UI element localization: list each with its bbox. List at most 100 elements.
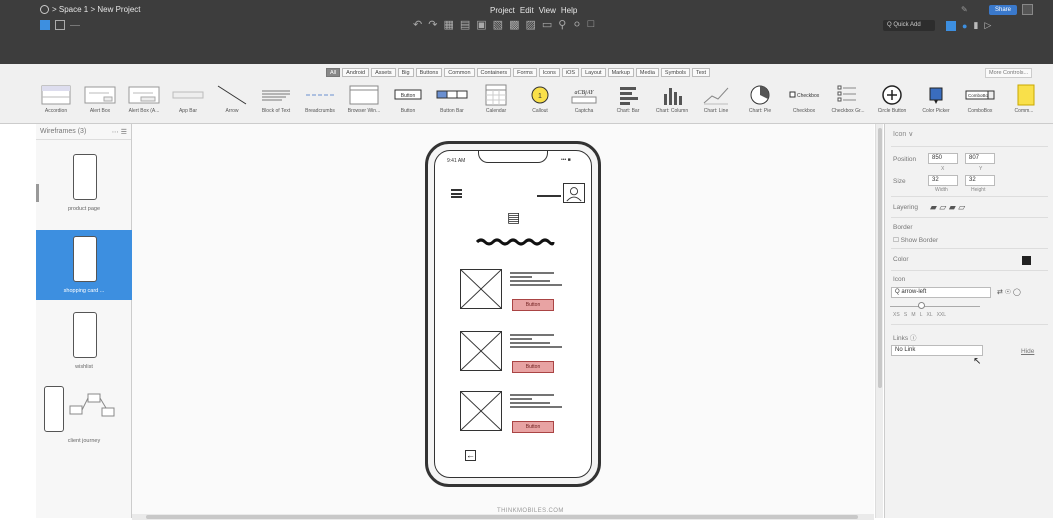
library-item-button[interactable]: Button Button [388, 81, 428, 121]
library-item-chart-column[interactable]: Chart: Column [652, 81, 692, 121]
search-icon[interactable]: ⚲ [558, 18, 566, 31]
back-icon[interactable]: ▨ [525, 18, 535, 31]
share-button[interactable]: Share [989, 5, 1017, 15]
library-item-button-bar[interactable]: Button Bar [432, 81, 472, 121]
size-xl[interactable]: XL [926, 312, 932, 318]
tab-assets[interactable]: Assets [371, 68, 396, 77]
library-item-accordion[interactable]: Accordion [36, 81, 76, 121]
product-button[interactable]: Button [512, 361, 554, 373]
tab-buttons[interactable]: Buttons [415, 68, 443, 77]
link-select[interactable]: No Link [891, 345, 983, 356]
menu-view[interactable]: View [539, 6, 556, 15]
tab-forms[interactable]: Forms [513, 68, 537, 77]
tab-symbols[interactable]: Symbols [660, 68, 690, 77]
hide-link[interactable]: Hide [1021, 348, 1034, 355]
icon-size-slider[interactable] [890, 306, 980, 307]
library-item-alert-box[interactable]: Alert Box [80, 81, 120, 121]
library-item-circle-button[interactable]: Circle Button [872, 81, 912, 121]
size-xs[interactable]: XS [893, 312, 900, 318]
library-item-alert-box-alt[interactable]: Alert Box (A... [124, 81, 164, 121]
vertical-scrollbar[interactable] [875, 124, 883, 518]
library-item-browser-window[interactable]: Browser Win... [344, 81, 384, 121]
shopping-cart-icon[interactable]: ▤ [507, 209, 520, 226]
page-thumbnail-client-journey[interactable]: client journey [36, 380, 132, 450]
grid-view-icon[interactable] [55, 20, 65, 30]
iphone-wireframe[interactable]: 9:41 AM ••• ■ ▤ Button Button Button ← [425, 141, 601, 487]
page-thumbnail-shopping-card[interactable]: shopping card ... [36, 230, 132, 300]
library-item-arrow[interactable]: Arrow [212, 81, 252, 121]
library-item-checkbox[interactable]: Checkbox Checkbox [784, 81, 824, 121]
avatar-icon[interactable] [563, 183, 585, 203]
breadcrumb-text[interactable]: > Space 1 > New Project [52, 5, 141, 14]
tab-text[interactable]: Text [692, 68, 711, 77]
properties-title[interactable]: Icon ∨ [893, 130, 913, 138]
position-x-input[interactable]: 850 [928, 153, 958, 164]
library-item-app-bar[interactable]: App Bar [168, 81, 208, 121]
more-controls-button[interactable]: More Controls... [985, 68, 1033, 78]
position-y-input[interactable]: 807 [965, 153, 995, 164]
present-icon[interactable]: ▷ [984, 20, 991, 31]
link-icon[interactable]: ⚪ [572, 18, 581, 31]
library-item-block-of-text[interactable]: Block of Text [256, 81, 296, 121]
horizontal-scrollbar[interactable] [132, 514, 874, 520]
hamburger-menu-icon[interactable] [451, 189, 462, 198]
size-m[interactable]: M [911, 312, 915, 318]
menu-project[interactable]: Project [490, 6, 515, 15]
quick-add-input[interactable]: Q Quick Add [883, 20, 935, 31]
breadcrumb[interactable]: > Space 1 > New Project [40, 5, 141, 14]
image-icon[interactable] [946, 20, 956, 31]
library-item-comment[interactable]: Comm... [1004, 81, 1044, 121]
library-item-chart-bar[interactable]: Chart: Bar [608, 81, 648, 121]
layering-icons[interactable]: ▰ ▱ ▰ ▱ [930, 202, 965, 213]
icon-size-slider-knob[interactable] [918, 302, 925, 309]
fullscreen-icon[interactable]: □ [588, 18, 595, 31]
redo-icon[interactable]: ↷ [428, 18, 437, 31]
wireframe-view-icon[interactable] [40, 20, 50, 30]
duplicate-icon[interactable]: ▭ [542, 18, 552, 31]
pen-icon[interactable]: ✎ [961, 5, 968, 14]
help-icon[interactable]: ⓘ [910, 335, 917, 342]
library-item-breadcrumbs[interactable]: Breadcrumbs [300, 81, 340, 121]
menu-edit[interactable]: Edit [520, 6, 534, 15]
scroll-thumb[interactable] [878, 128, 882, 388]
align-icon[interactable]: ▦ [443, 18, 453, 31]
page-thumbnail-wishlist[interactable]: wishlist [36, 306, 132, 376]
library-item-combobox[interactable]: ComboBox ComboBox [960, 81, 1000, 121]
library-item-color-picker[interactable]: Color Picker [916, 81, 956, 121]
product-button[interactable]: Button [512, 299, 554, 311]
height-input[interactable]: 32 [965, 175, 995, 186]
size-l[interactable]: L [920, 312, 923, 318]
navigator-options-icon[interactable]: ⋯ ☰ [112, 128, 127, 136]
group-icon[interactable]: ▣ [476, 18, 486, 31]
tab-icons[interactable]: Icons [538, 68, 560, 77]
page-thumbnail-product-page[interactable]: product page [36, 148, 132, 218]
info-icon[interactable]: ● [962, 21, 967, 31]
show-border-checkbox[interactable]: ☐ Show Border [893, 236, 938, 244]
tab-containers[interactable]: Containers [476, 68, 512, 77]
account-icon[interactable] [1022, 4, 1033, 15]
library-item-captcha[interactable]: aCBjAY Captcha [564, 81, 604, 121]
icon-actions[interactable]: ⇄ ☉ ◯ [997, 288, 1021, 296]
library-item-chart-line[interactable]: Chart: Line [696, 81, 736, 121]
color-picker-swatch[interactable] [1022, 256, 1031, 265]
tab-markup[interactable]: Markup [607, 68, 634, 77]
tab-common[interactable]: Common [444, 68, 475, 77]
panel-icon[interactable]: ▮ [973, 20, 978, 31]
library-item-calendar[interactable]: Calendar [476, 81, 516, 121]
product-button[interactable]: Button [512, 421, 554, 433]
front-icon[interactable]: ▩ [509, 18, 519, 31]
library-item-callout[interactable]: 1 Callout [520, 81, 560, 121]
size-xxl[interactable]: XXL [937, 312, 946, 318]
scroll-thumb[interactable] [146, 515, 858, 519]
tab-layout[interactable]: Layout [581, 68, 606, 77]
library-item-chart-pie[interactable]: Chart: Pie [740, 81, 780, 121]
tab-media[interactable]: Media [635, 68, 659, 77]
icon-search-input[interactable]: Q arrow-left [891, 287, 991, 298]
library-item-checkbox-group[interactable]: Checkbox Gr... [828, 81, 868, 121]
undo-icon[interactable]: ↶ [413, 18, 422, 31]
tab-ios[interactable]: iOS [561, 68, 580, 77]
menu-help[interactable]: Help [561, 6, 577, 15]
tab-all[interactable]: All [326, 68, 341, 77]
tab-android[interactable]: Android [342, 68, 370, 77]
icon-size-options[interactable]: XS S M L XL XXL [893, 312, 946, 318]
